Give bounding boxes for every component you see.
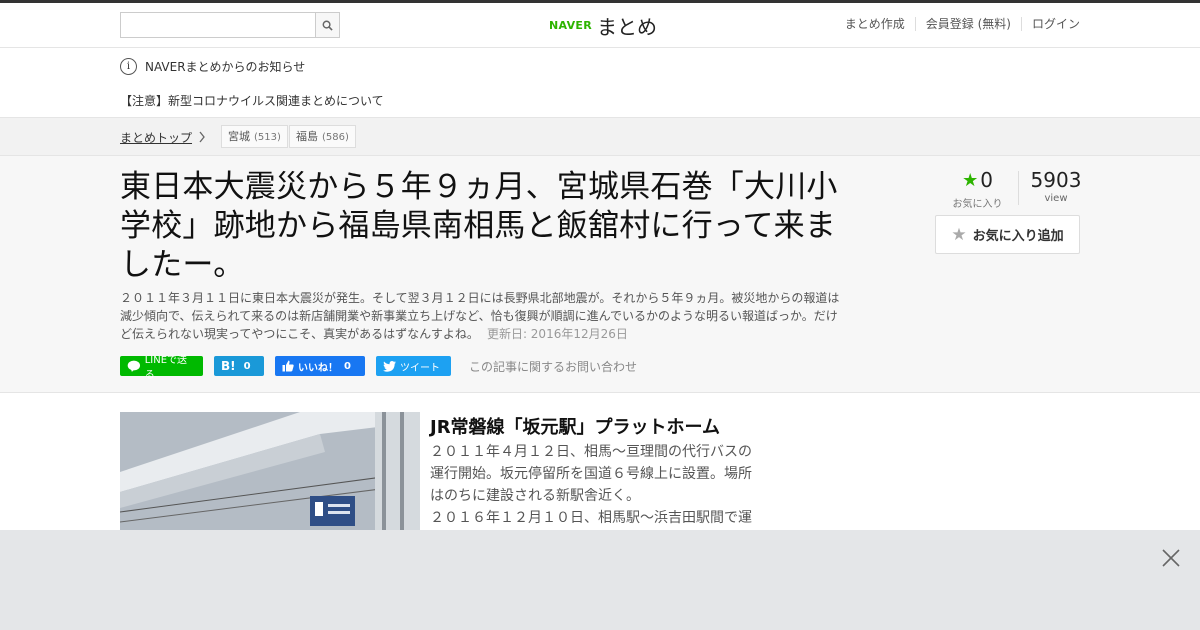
inquiry-link[interactable]: この記事に関するお問い合わせ (469, 358, 637, 375)
article-header: 東日本大震災から５年９ヵ月、宮城県石巻「大川小学校」跡地から福島県南相馬と飯舘村… (0, 156, 1200, 393)
facebook-like-count: 0 (344, 360, 351, 372)
logo-name: まとめ (596, 15, 657, 39)
twitter-bird-icon (383, 360, 396, 372)
search-input[interactable] (120, 12, 315, 38)
twitter-tweet-button[interactable]: ツイート (376, 356, 451, 376)
site-header: NAVER まとめ まとめ作成 会員登録 (無料) ログイン (0, 3, 1200, 48)
line-icon (127, 360, 141, 372)
tag-label: 宮城 (228, 130, 250, 143)
notice-item-link[interactable]: 【注意】新型コロナウイルス関連まとめについて (120, 92, 384, 109)
bottom-ad-overlay (0, 530, 1200, 630)
item-title: JR常磐線「坂元駅」プラットホーム (430, 417, 721, 438)
favorites-label: お気に入り (952, 199, 1003, 210)
tag-count: (586) (322, 132, 349, 143)
logo-brand: NAVER (549, 19, 592, 32)
views-stat: 5903 view (1027, 168, 1085, 204)
notice-heading-row[interactable]: i NAVERまとめからのお知らせ (120, 58, 305, 75)
close-icon[interactable] (1161, 548, 1181, 568)
item-paragraph: ２０１１年４月１２日、相馬～亘理間の代行バスの運行開始。坂元停留所を国道６号線上… (430, 444, 752, 504)
add-favorite-button[interactable]: ★ お気に入り追加 (935, 215, 1080, 254)
facebook-like-label: いいね！ (298, 362, 338, 374)
line-share-button[interactable]: LINEで送る (120, 355, 203, 381)
article-content: JR常磐線「坂元駅」プラットホーム ２０１１年４月１２日、相馬～亘理間の代行バス… (0, 393, 1200, 570)
hatena-bookmark-button[interactable]: B! 0 (214, 356, 264, 376)
facebook-like-button[interactable]: いいね！ 0 (275, 356, 365, 376)
chevron-right-icon (199, 131, 205, 143)
hatena-count: 0 (243, 360, 251, 372)
article-description: ２０１１年３月１１日に東日本大震災が発生。そして翌３月１２日には長野県北部地震が… (120, 289, 842, 343)
favorites-count: 0 (980, 168, 993, 192)
stat-divider (1018, 171, 1019, 205)
search-button[interactable] (315, 12, 340, 38)
tag-miyagi[interactable]: 宮城 (513) (221, 125, 288, 148)
station-platform-photo[interactable] (120, 412, 420, 534)
tag-label: 福島 (296, 130, 318, 143)
star-icon: ★ (962, 169, 979, 191)
register-link[interactable]: 会員登録 (無料) (914, 17, 1021, 31)
star-outline-icon: ★ (951, 224, 967, 245)
photo-illustration (120, 412, 420, 534)
search-icon (322, 20, 333, 31)
add-favorite-label: お気に入り追加 (972, 229, 1064, 244)
view-label: view (1044, 193, 1068, 204)
notice-area: i NAVERまとめからのお知らせ 【注意】新型コロナウイルス関連まとめについて (0, 48, 1200, 118)
header-nav: まとめ作成 会員登録 (無料) ログイン (835, 17, 1080, 31)
site-logo[interactable]: NAVER まとめ (549, 11, 657, 40)
updated-date: 更新日: 2016年12月26日 (486, 327, 628, 341)
view-count: 5903 (1030, 168, 1082, 192)
thumbs-up-icon (282, 360, 294, 372)
hatena-icon: B! (221, 359, 236, 373)
breadcrumb-top-link[interactable]: まとめトップ (120, 129, 192, 146)
notice-heading: NAVERまとめからのお知らせ (145, 60, 306, 74)
login-link[interactable]: ログイン (1020, 17, 1080, 31)
tag-count: (513) (254, 132, 281, 143)
info-icon: i (120, 58, 137, 75)
line-share-label: LINEで送る (144, 355, 188, 381)
search-box (120, 12, 340, 38)
favorites-stat: ★ 0 お気に入り (950, 168, 1005, 210)
description-text: ２０１１年３月１１日に東日本大震災が発生。そして翌３月１２日には長野県北部地震が… (120, 291, 840, 341)
tag-fukushima[interactable]: 福島 (586) (289, 125, 356, 148)
article-title: 東日本大震災から５年９ヵ月、宮城県石巻「大川小学校」跡地から福島県南相馬と飯舘村… (120, 169, 838, 283)
create-matome-link[interactable]: まとめ作成 (835, 17, 915, 31)
tweet-label: ツイート (400, 362, 440, 374)
breadcrumb: まとめトップ 宮城 (513) 福島 (586) (0, 118, 1200, 156)
share-bar: LINEで送る B! 0 いいね！ 0 ツイート この記事に関するお問い合わせ (120, 355, 637, 381)
